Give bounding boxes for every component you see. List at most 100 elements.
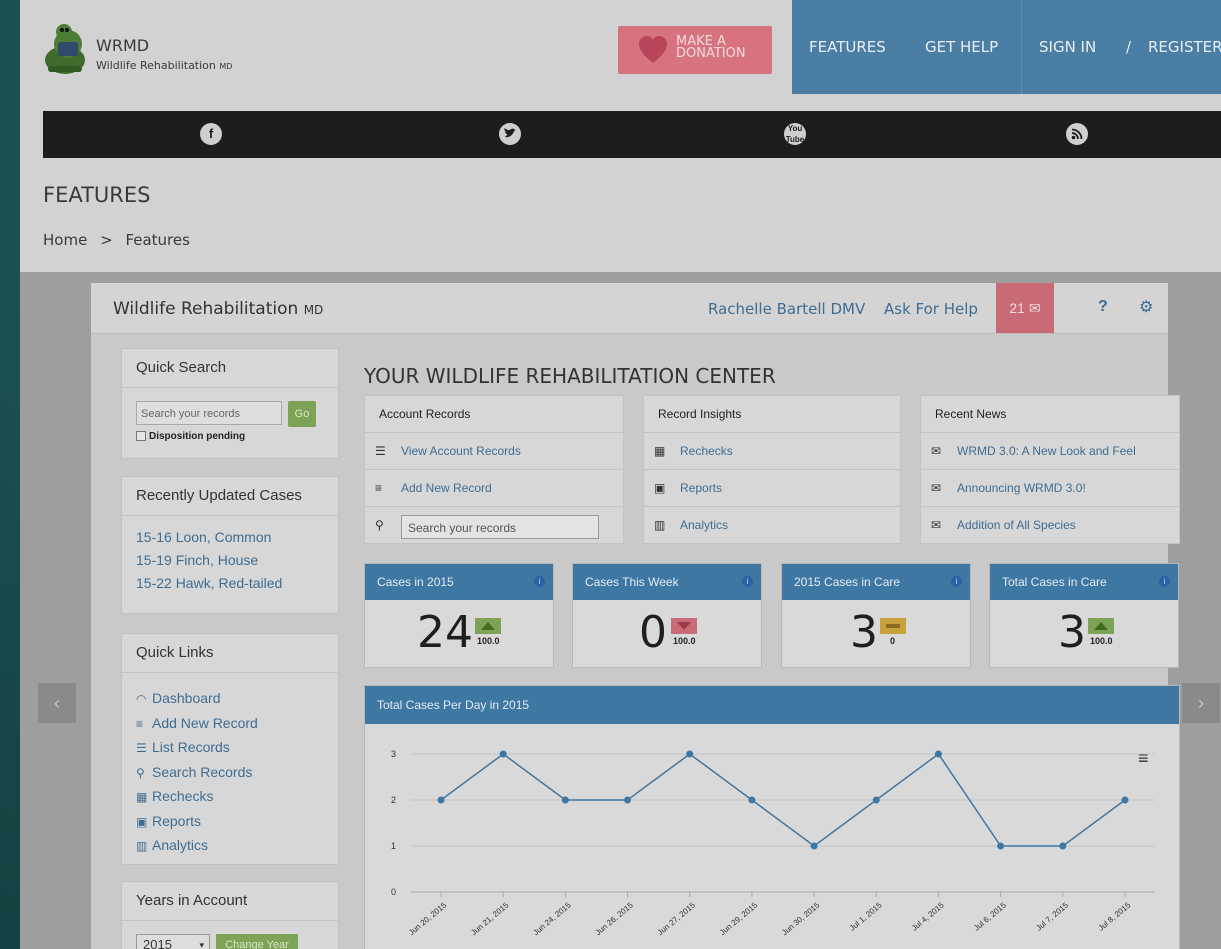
data-point[interactable]: [1059, 842, 1067, 850]
quick-link-dashboard[interactable]: ◠ Dashboard: [122, 687, 338, 712]
app-header: Wildlife Rehabilitation MD Rachelle Bart…: [91, 283, 1168, 334]
rss-icon[interactable]: [1066, 123, 1088, 145]
quick-link-add-record[interactable]: ≡ Add New Record: [122, 712, 338, 737]
data-point[interactable]: [748, 796, 756, 804]
chevron-down-icon: ▾: [199, 940, 204, 949]
recent-case-link[interactable]: 15-19 Finch, House: [122, 549, 338, 572]
data-point[interactable]: [810, 842, 818, 850]
trend-down-icon: [671, 618, 697, 634]
stat-value: 24: [417, 607, 473, 658]
recent-case-link[interactable]: 15-22 Hawk, Red-tailed: [122, 572, 338, 595]
insight-reports-link[interactable]: ▣ Reports: [644, 470, 900, 507]
ask-for-help-link[interactable]: Ask For Help: [884, 300, 978, 318]
data-point[interactable]: [499, 750, 507, 758]
slider-next-button[interactable]: ›: [1182, 683, 1220, 723]
twitter-icon[interactable]: [499, 123, 521, 145]
stat-header: Cases in 2015 i: [365, 564, 553, 600]
recent-case-link[interactable]: 15-16 Loon, Common: [122, 526, 338, 549]
donate-line-2: DONATION: [676, 46, 746, 61]
nav-features[interactable]: FEATURES: [809, 38, 886, 56]
years-title: Years in Account: [122, 882, 338, 921]
messages-button[interactable]: 21 ✉: [996, 283, 1054, 333]
quick-search-go-button[interactable]: Go: [288, 401, 316, 427]
y-tick-label: 0: [391, 887, 396, 897]
stat-delta: 0: [890, 636, 896, 646]
data-point[interactable]: [934, 750, 942, 758]
y-tick-label: 1: [391, 841, 396, 851]
info-icon[interactable]: i: [1159, 576, 1170, 587]
nav-register[interactable]: REGISTER: [1148, 38, 1221, 56]
social-bar: f You Tube: [43, 111, 1221, 158]
envelope-icon: ✉: [931, 481, 942, 495]
chart-title: Total Cases Per Day in 2015: [365, 686, 1179, 724]
news-link[interactable]: ✉ WRMD 3.0: A New Look and Feel: [921, 433, 1179, 470]
calendar-icon: ▦: [136, 790, 148, 804]
x-tick-label: Jul 8, 2015: [1097, 900, 1133, 932]
data-point[interactable]: [437, 796, 445, 804]
stat-cases-this-week: Cases This Week i 0 100.0: [572, 563, 762, 668]
breadcrumb-home[interactable]: Home: [43, 231, 87, 249]
info-icon[interactable]: i: [534, 576, 545, 587]
data-point[interactable]: [997, 842, 1005, 850]
years-panel: Years in Account 2015 ▾ Change Year: [121, 881, 339, 949]
data-point[interactable]: [624, 796, 632, 804]
add-new-record-link[interactable]: ≡ Add New Record: [365, 470, 623, 507]
app-title-suffix: MD: [303, 303, 324, 317]
quick-link-search-records[interactable]: ⚲ Search Records: [122, 761, 338, 786]
row-label: Addition of All Species: [957, 518, 1076, 532]
quick-links-list: ◠ Dashboard ≡ Add New Record ☰ List Records…: [122, 673, 338, 859]
bar-chart-icon: ▥: [136, 839, 148, 853]
quick-link-analytics[interactable]: ▥ Analytics: [122, 834, 338, 859]
x-tick-label: Jul 1, 2015: [848, 900, 884, 932]
page-title: FEATURES: [43, 183, 151, 207]
stat-delta: 100.0: [477, 636, 500, 646]
news-link[interactable]: ✉ Announcing WRMD 3.0!: [921, 470, 1179, 507]
brand-tagline-text: Wildlife Rehabilitation: [96, 59, 216, 72]
record-insights-card: Record Insights ▦ Rechecks ▣ Reports ▥ Anal…: [643, 395, 901, 544]
youtube-icon[interactable]: You Tube: [784, 123, 806, 145]
quick-link-reports[interactable]: ▣ Reports: [122, 810, 338, 835]
nav-get-help[interactable]: GET HELP: [925, 38, 998, 56]
wrmd-logo-icon[interactable]: [42, 20, 88, 76]
brand-name[interactable]: WRMD: [96, 36, 149, 55]
year-select[interactable]: 2015 ▾: [136, 934, 210, 949]
help-icon[interactable]: ?: [1098, 298, 1108, 316]
app-title[interactable]: Wildlife Rehabilitation MD: [113, 299, 323, 319]
x-tick-label: Jun 30, 2015: [780, 900, 822, 937]
news-link[interactable]: ✉ Addition of All Species: [921, 507, 1179, 543]
info-icon[interactable]: i: [951, 576, 962, 587]
quick-link-rechecks[interactable]: ▦ Rechecks: [122, 785, 338, 810]
facebook-icon[interactable]: f: [200, 123, 222, 145]
account-records-title: Account Records: [365, 396, 623, 433]
insight-rechecks-link[interactable]: ▦ Rechecks: [644, 433, 900, 470]
nav-sign-in[interactable]: SIGN IN: [1039, 38, 1096, 56]
quick-search-input[interactable]: Search your records: [136, 401, 282, 425]
year-value: 2015: [143, 937, 172, 949]
row-label: Rechecks: [680, 444, 733, 458]
main-nav: FEATURES GET HELP SIGN IN / REGISTER: [792, 0, 1221, 94]
row-label: Reports: [680, 481, 723, 495]
website: WRMD Wildlife Rehabilitation MD MAKE A D…: [20, 0, 1221, 949]
insight-analytics-link[interactable]: ▥ Analytics: [644, 507, 900, 543]
x-tick-label: Jun 27, 2015: [656, 900, 698, 937]
view-account-records-link[interactable]: ☰ View Account Records: [365, 433, 623, 470]
donate-button[interactable]: MAKE A DONATION: [618, 26, 772, 74]
recent-cases-list: 15-16 Loon, Common 15-19 Finch, House 15…: [122, 516, 338, 595]
info-icon[interactable]: i: [742, 576, 753, 587]
checkbox-box[interactable]: [136, 431, 146, 442]
gear-icon[interactable]: ⚙: [1139, 297, 1153, 317]
data-point[interactable]: [686, 750, 694, 758]
stat-title: Total Cases in Care: [1002, 575, 1107, 589]
envelope-icon: ✉: [931, 444, 942, 458]
quick-link-list-records[interactable]: ☰ List Records: [122, 736, 338, 761]
disposition-pending-checkbox[interactable]: Disposition pending: [136, 431, 245, 442]
slider-prev-button[interactable]: ‹: [38, 683, 76, 723]
account-search-input[interactable]: Search your records: [401, 515, 599, 539]
data-point[interactable]: [872, 796, 880, 804]
data-point[interactable]: [561, 796, 569, 804]
data-point[interactable]: [1121, 796, 1129, 804]
change-year-button[interactable]: Change Year: [216, 934, 298, 949]
user-name-link[interactable]: Rachelle Bartell DMV: [708, 300, 865, 318]
cases-chart-panel: Total Cases Per Day in 2015 ≡ 0 1 2 3 Jun 20…: [364, 685, 1180, 949]
account-records-card: Account Records ☰ View Account Records ≡ A…: [364, 395, 624, 544]
